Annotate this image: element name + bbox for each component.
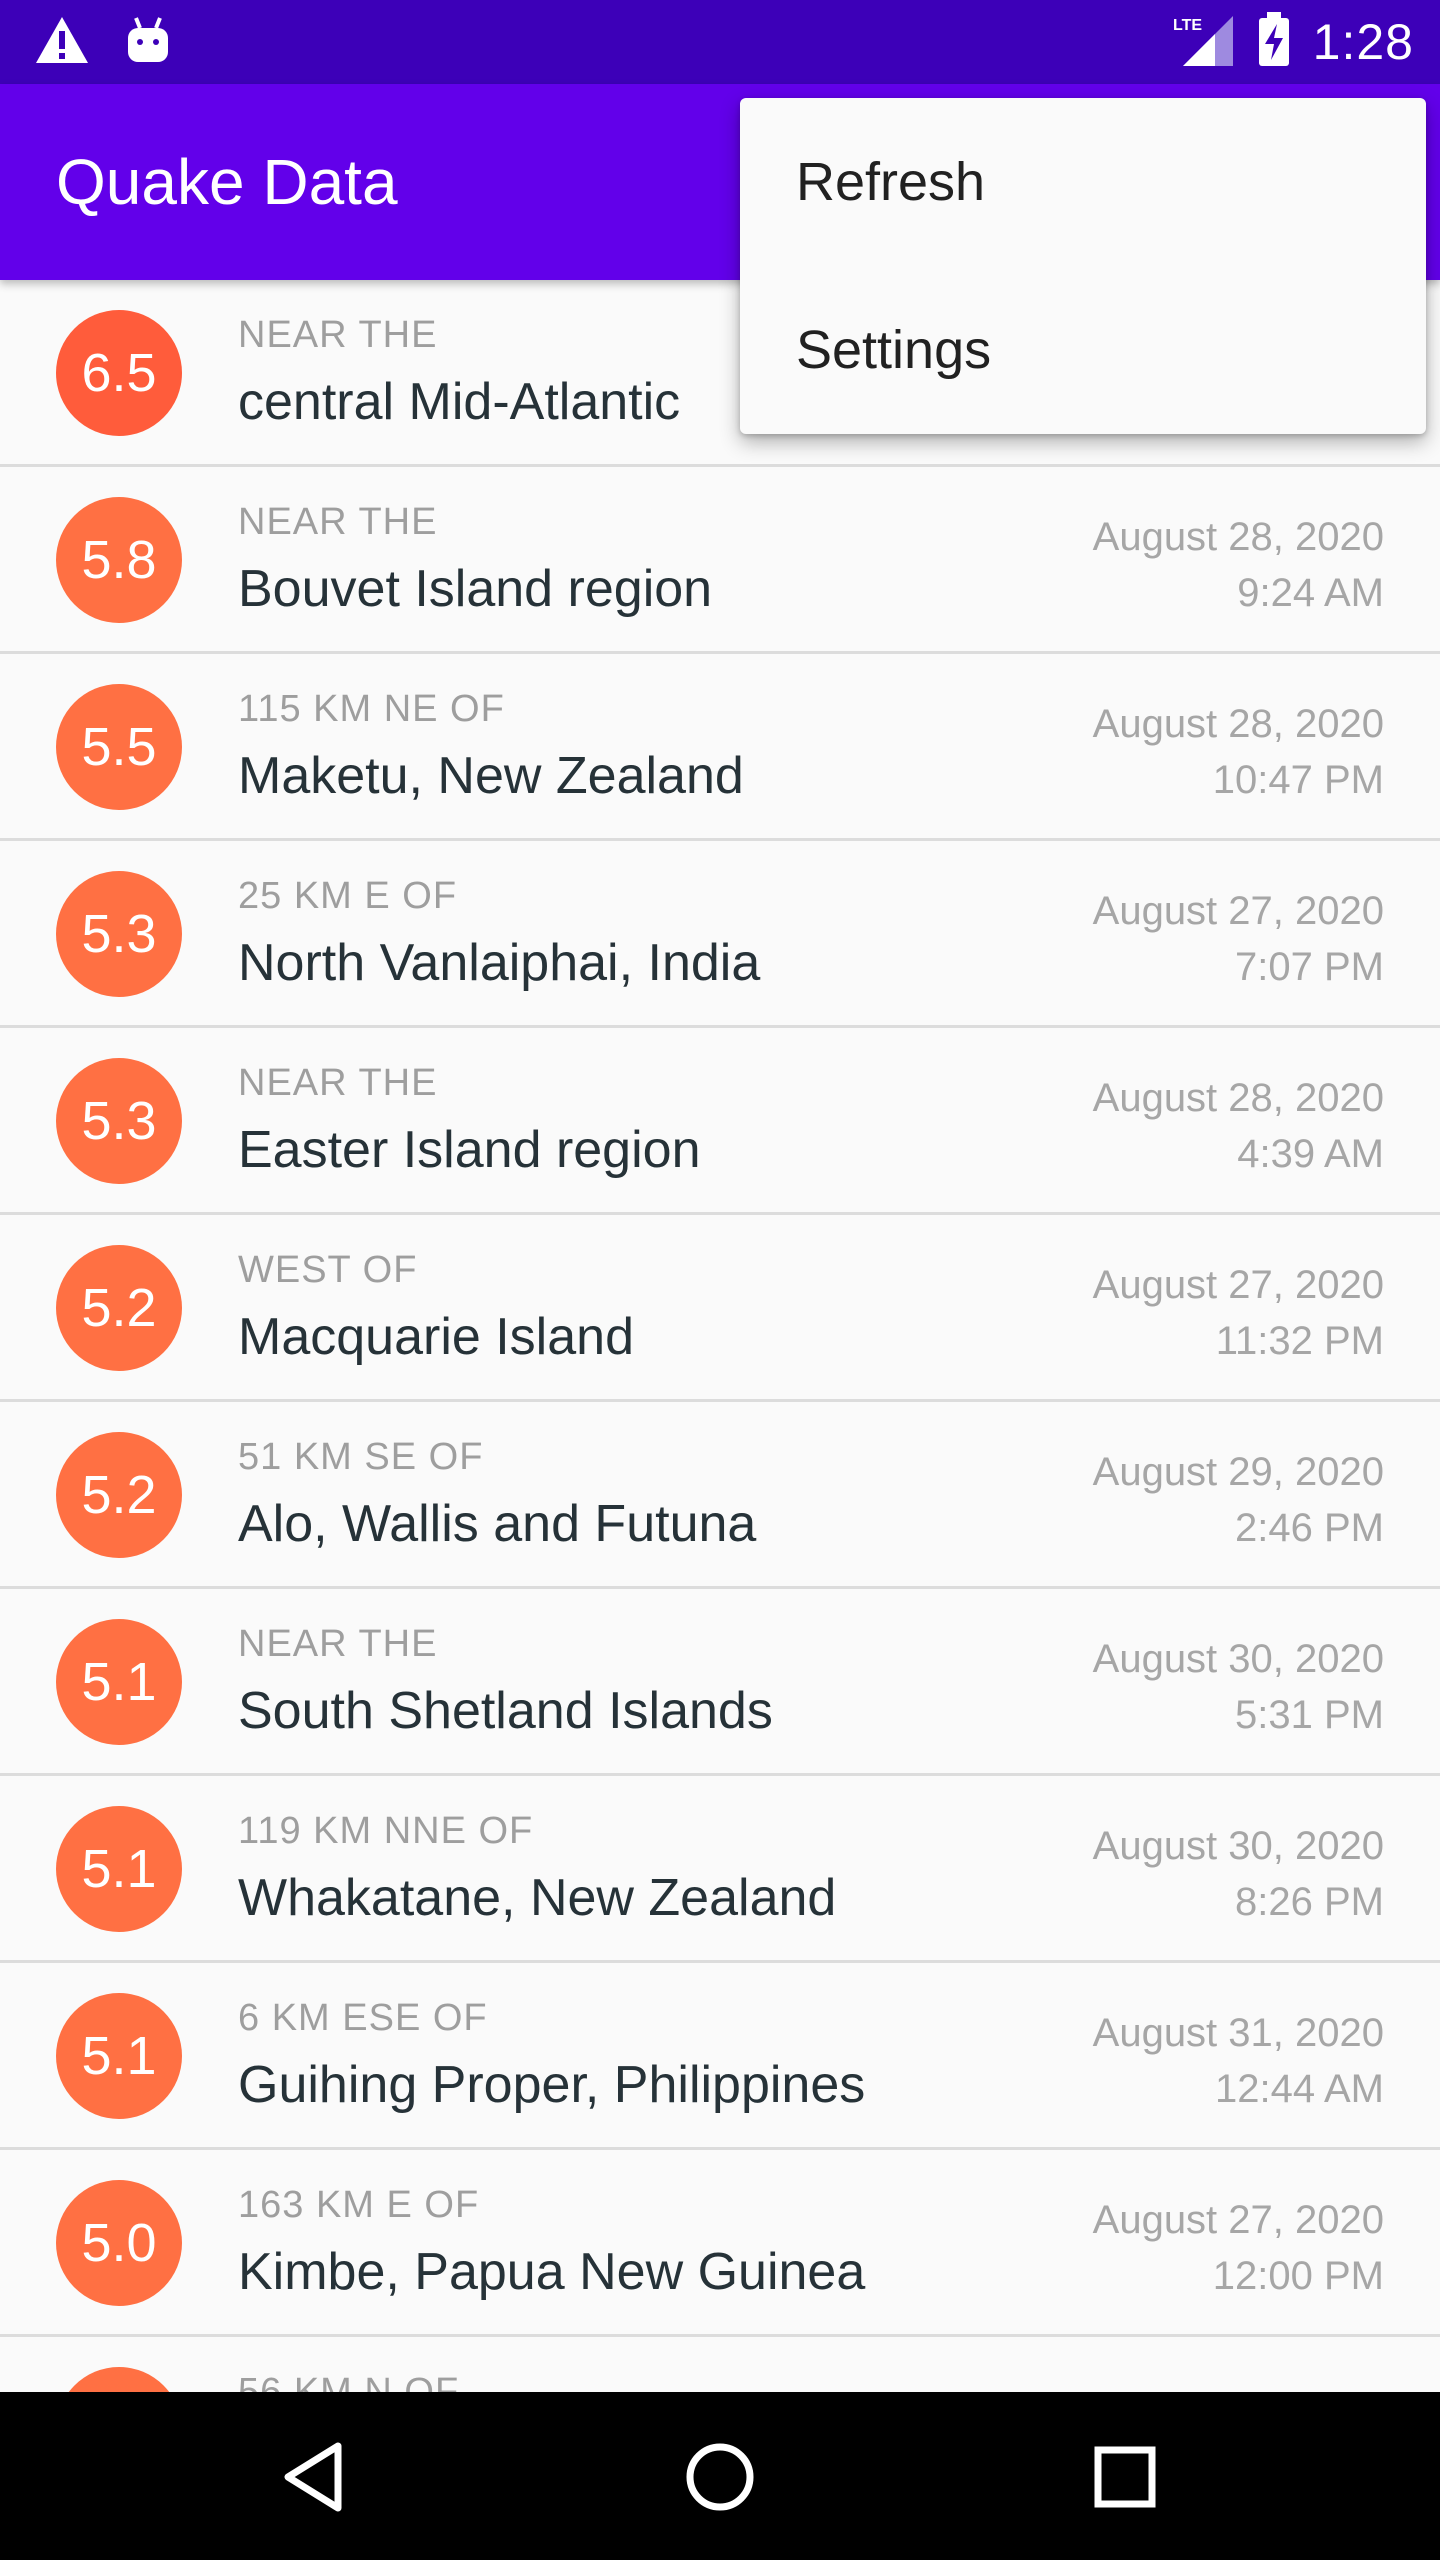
date: August 29, 2020 <box>1093 2379 1384 2392</box>
time: 10:47 PM <box>1212 758 1384 802</box>
primary-location: central Mid-Atlantic <box>238 373 681 431</box>
date: August 27, 2020 <box>1092 2198 1384 2242</box>
magnitude-badge: 5.1 <box>56 1806 182 1932</box>
date-time: August 27, 2020 7:07 PM <box>1093 883 1384 995</box>
location-offset: 119 KM NNE OF <box>238 1810 534 1852</box>
navigation-bar <box>0 2392 1440 2560</box>
menu-item-refresh[interactable]: Refresh <box>740 98 1426 266</box>
time: 2:46 PM <box>1235 1506 1384 1550</box>
date-time: August 29, 2020 <box>1093 2379 1384 2392</box>
home-icon[interactable] <box>675 2432 765 2522</box>
magnitude-badge: 5.0 <box>56 2180 182 2306</box>
location-offset: 115 KM NE OF <box>238 688 505 730</box>
app-title: Quake Data <box>56 146 398 218</box>
network-label: LTE <box>1173 17 1202 34</box>
date-time: August 28, 2020 10:47 PM <box>1093 696 1384 808</box>
menu-item-settings[interactable]: Settings <box>740 266 1426 434</box>
location-offset: 56 KM N OF <box>238 2371 460 2392</box>
date-time: August 31, 2020 12:44 AM <box>1093 2005 1384 2117</box>
magnitude-badge: 5.3 <box>56 871 182 997</box>
list-item[interactable]: 5.2 51 KM SE OF Alo, Wallis and Futuna A… <box>0 1402 1440 1589</box>
date-time: August 27, 2020 12:00 PM <box>1093 2192 1384 2304</box>
time: 11:32 PM <box>1215 1319 1384 1363</box>
list-item[interactable]: 5.1 6 KM ESE OF Guihing Proper, Philippi… <box>0 1963 1440 2150</box>
magnitude-badge: 5.5 <box>56 684 182 810</box>
location-offset: 163 KM E OF <box>238 2184 480 2226</box>
date-time: August 28, 2020 4:39 AM <box>1093 1070 1384 1182</box>
location-offset: NEAR THE <box>238 1623 438 1665</box>
primary-location: Kimbe, Papua New Guinea <box>238 2243 866 2301</box>
primary-location: Easter Island region <box>238 1121 701 1179</box>
time: 9:24 AM <box>1237 571 1384 615</box>
list-item[interactable]: 5.0 163 KM E OF Kimbe, Papua New Guinea … <box>0 2150 1440 2337</box>
date: August 31, 2020 <box>1092 2011 1384 2055</box>
magnitude-badge: 6.5 <box>56 310 182 436</box>
date: August 27, 2020 <box>1092 1263 1384 1307</box>
location-offset: 51 KM SE OF <box>238 1436 484 1478</box>
location-offset: 6 KM ESE OF <box>238 1997 488 2039</box>
earthquake-list[interactable]: 6.5 NEAR THE central Mid-Atlantic 5.8 NE… <box>0 280 1440 2392</box>
primary-location: Guihing Proper, Philippines <box>238 2056 866 2114</box>
magnitude-badge: 5.1 <box>56 1619 182 1745</box>
time: 5:31 PM <box>1235 1693 1384 1737</box>
overflow-menu: Refresh Settings <box>740 98 1426 434</box>
magnitude-badge: 5.2 <box>56 1432 182 1558</box>
date: August 28, 2020 <box>1092 1076 1384 1120</box>
primary-location: Macquarie Island <box>238 1308 634 1366</box>
list-item[interactable]: 5.5 115 KM NE OF Maketu, New Zealand Aug… <box>0 654 1440 841</box>
date: August 28, 2020 <box>1092 515 1384 559</box>
location-offset: NEAR THE <box>238 501 438 543</box>
primary-location: Alo, Wallis and Futuna <box>238 1495 757 1553</box>
list-item[interactable]: 5.2 WEST OF Macquarie Island August 27, … <box>0 1215 1440 1402</box>
time: 8:26 PM <box>1235 1880 1384 1924</box>
date-time: August 27, 2020 11:32 PM <box>1093 1257 1384 1369</box>
date: August 30, 2020 <box>1092 1824 1384 1868</box>
primary-location: Maketu, New Zealand <box>238 747 744 805</box>
clock: 1:28 <box>1312 14 1414 70</box>
date: August 29, 2020 <box>1092 1450 1384 1494</box>
primary-location: Bouvet Island region <box>238 560 713 618</box>
magnitude-badge: 5.1 <box>56 1993 182 2119</box>
magnitude-badge: 5.3 <box>56 1058 182 1184</box>
list-item[interactable]: 56 KM N OF August 29, 2020 <box>0 2337 1440 2392</box>
magnitude-badge <box>56 2367 182 2392</box>
date: August 27, 2020 <box>1092 889 1384 933</box>
list-item[interactable]: 5.8 NEAR THE Bouvet Island region August… <box>0 467 1440 654</box>
lte-signal-icon: LTE <box>1171 12 1235 73</box>
magnitude-badge: 5.2 <box>56 1245 182 1371</box>
location-offset: WEST OF <box>238 1249 418 1291</box>
list-item[interactable]: 5.1 NEAR THE South Shetland Islands Augu… <box>0 1589 1440 1776</box>
status-bar: LTE 1:28 <box>0 0 1440 84</box>
location-offset: 25 KM E OF <box>238 875 458 917</box>
location-offset: NEAR THE <box>238 1062 438 1104</box>
list-item[interactable]: 5.3 NEAR THE Easter Island region August… <box>0 1028 1440 1215</box>
magnitude-badge: 5.8 <box>56 497 182 623</box>
primary-location: North Vanlaiphai, India <box>238 934 761 992</box>
time: 4:39 AM <box>1237 1132 1384 1176</box>
time: 12:00 PM <box>1212 2254 1384 2298</box>
date-time: August 29, 2020 2:46 PM <box>1093 1444 1384 1556</box>
date: August 30, 2020 <box>1092 1637 1384 1681</box>
date-time: August 30, 2020 5:31 PM <box>1093 1631 1384 1743</box>
back-icon[interactable] <box>272 2432 362 2522</box>
location-offset: NEAR THE <box>238 314 438 356</box>
date-time: August 28, 2020 9:24 AM <box>1093 509 1384 621</box>
time: 12:44 AM <box>1214 2067 1384 2111</box>
battery-charging-icon <box>1257 11 1291 73</box>
primary-location: South Shetland Islands <box>238 1682 773 1740</box>
date: August 28, 2020 <box>1092 702 1384 746</box>
recents-icon[interactable] <box>1080 2432 1170 2522</box>
primary-location: Whakatane, New Zealand <box>238 1869 837 1927</box>
list-item[interactable]: 5.1 119 KM NNE OF Whakatane, New Zealand… <box>0 1776 1440 1963</box>
warning-icon <box>34 15 90 70</box>
date-time: August 30, 2020 8:26 PM <box>1093 1818 1384 1930</box>
list-item[interactable]: 5.3 25 KM E OF North Vanlaiphai, India A… <box>0 841 1440 1028</box>
android-icon <box>126 16 170 69</box>
time: 7:07 PM <box>1235 945 1384 989</box>
